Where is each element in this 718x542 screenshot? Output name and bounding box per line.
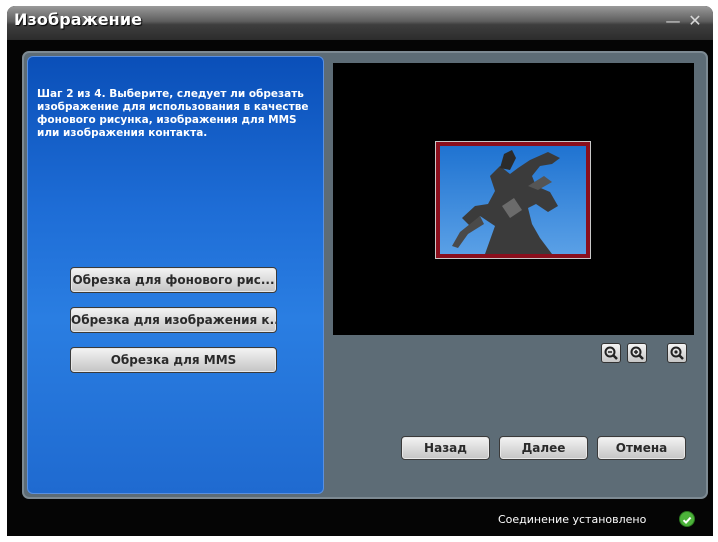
back-button[interactable]: Назад [401, 436, 490, 460]
crop-background-button[interactable]: Обрезка для фонового рис... [70, 267, 277, 293]
title-bar[interactable]: Изображение — ✕ [7, 6, 713, 40]
window-title: Изображение [14, 10, 143, 29]
dialog-window: Изображение — ✕ Шаг 2 из 4. Выберите, сл… [7, 6, 713, 536]
step-instructions: Шаг 2 из 4. Выберите, следует ли обрезат… [37, 88, 309, 139]
statue-image [440, 146, 586, 254]
content-area: Шаг 2 из 4. Выберите, следует ли обрезат… [22, 51, 708, 499]
close-button[interactable]: ✕ [686, 12, 704, 30]
zoom-out-icon[interactable] [601, 343, 621, 363]
zoom-fit-icon[interactable] [667, 343, 687, 363]
check-circle-icon [680, 512, 694, 526]
crop-contact-button[interactable]: Обрезка для изображения к... [70, 307, 277, 333]
zoom-in-icon[interactable] [627, 343, 647, 363]
cancel-button[interactable]: Отмена [597, 436, 686, 460]
status-text: Соединение установлено [498, 513, 647, 526]
image-preview [333, 63, 694, 335]
preview-photo[interactable] [435, 141, 591, 259]
instruction-panel: Шаг 2 из 4. Выберите, следует ли обрезат… [27, 56, 324, 494]
minimize-button[interactable]: — [664, 12, 682, 30]
next-button[interactable]: Далее [499, 436, 588, 460]
crop-mms-button[interactable]: Обрезка для MMS [70, 347, 277, 373]
